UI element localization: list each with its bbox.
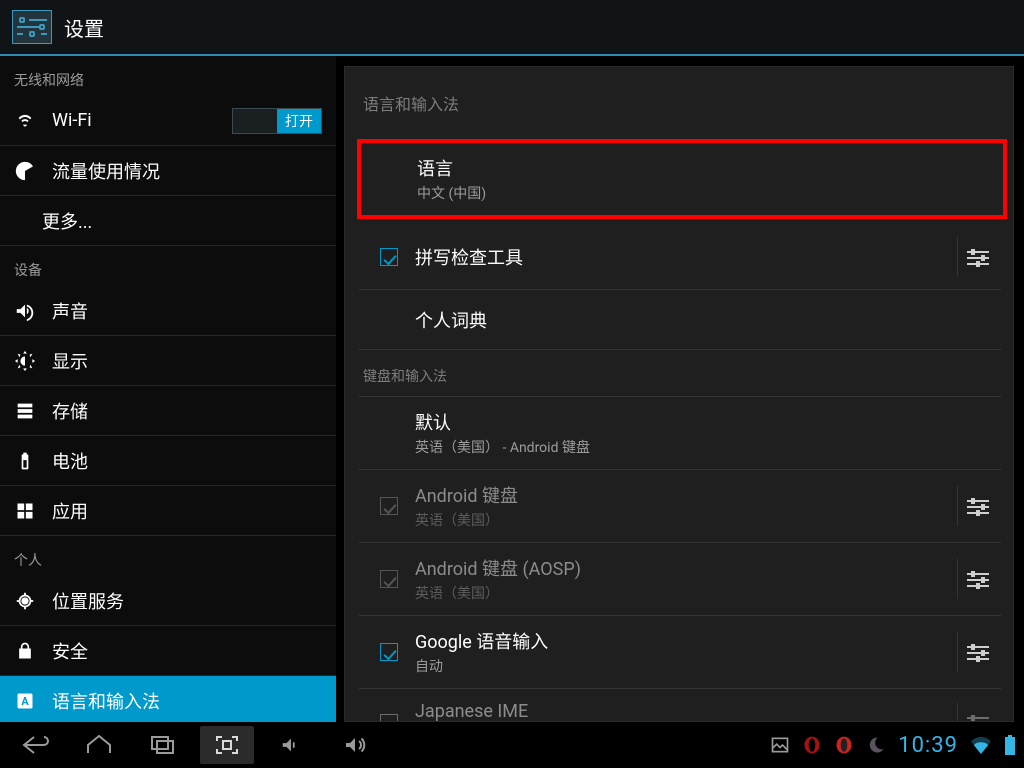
settings-button[interactable] [957, 559, 997, 599]
row-title: Japanese IME [415, 701, 528, 722]
settings-button[interactable] [957, 237, 997, 277]
sidebar-item-storage[interactable]: 存储 [0, 386, 336, 436]
row-personal-dictionary[interactable]: 个人词典 [359, 290, 1001, 350]
sound-icon [14, 300, 36, 322]
checkbox-icon[interactable] [380, 643, 398, 661]
nav-recent-button[interactable] [136, 726, 190, 764]
row-language[interactable]: 语言 中文 (中国) [361, 143, 1003, 215]
sidebar-item-label: 安全 [52, 638, 88, 664]
svg-text:A: A [21, 695, 29, 708]
checkbox-icon[interactable] [380, 714, 398, 723]
lock-icon [14, 640, 36, 662]
row-subtitle: 英语（美国） [415, 583, 581, 603]
sidebar-item-display[interactable]: 显示 [0, 336, 336, 386]
section-keyboards: 键盘和输入法 [359, 350, 1001, 397]
apps-icon [14, 500, 36, 522]
settings-sidebar[interactable]: 无线和网络 Wi-Fi 打开 流量使用情况 更多... 设备 声音 [0, 56, 340, 722]
sidebar-item-more[interactable]: 更多... [0, 196, 336, 246]
checkbox-icon[interactable] [380, 248, 398, 266]
row-subtitle: 中文 (中国) [417, 183, 486, 203]
sidebar-item-label: Wi-Fi [52, 110, 92, 131]
settings-button[interactable] [957, 703, 997, 723]
nav-volume-down-button[interactable] [264, 726, 318, 764]
location-icon [14, 590, 36, 612]
row-title: Google 语音输入 [415, 628, 548, 654]
row-subtitle: 自动 [415, 656, 548, 676]
sidebar-item-location[interactable]: 位置服务 [0, 576, 336, 626]
wifi-icon [14, 110, 36, 132]
row-aosp-keyboard[interactable]: Android 键盘 (AOSP) 英语（美国） [359, 543, 1001, 616]
sidebar-item-language-input[interactable]: A 语言和输入法 [0, 676, 336, 722]
status-clock: 10:39 [898, 733, 958, 758]
sidebar-item-label: 存储 [52, 398, 88, 424]
sliders-icon [967, 715, 989, 723]
data-usage-icon [14, 160, 36, 182]
battery-icon [14, 450, 36, 472]
row-title: 默认 [415, 409, 590, 435]
checkbox-icon [380, 497, 398, 515]
sidebar-item-label: 流量使用情况 [52, 158, 160, 184]
status-tray[interactable]: 10:39 [770, 733, 1016, 758]
sliders-icon [967, 644, 989, 660]
row-default-keyboard[interactable]: 默认 英语（美国） - Android 键盘 [359, 397, 1001, 470]
sidebar-item-label: 声音 [52, 298, 88, 324]
row-android-keyboard[interactable]: Android 键盘 英语（美国） [359, 470, 1001, 543]
settings-icon [12, 10, 52, 44]
app-title: 设置 [64, 13, 104, 42]
sidebar-item-label: 应用 [52, 498, 88, 524]
sidebar-item-label: 位置服务 [52, 588, 124, 614]
row-title: Android 键盘 [415, 482, 518, 508]
row-title: Android 键盘 (AOSP) [415, 555, 581, 581]
app-bar: 设置 [0, 0, 1024, 56]
language-a-icon: A [14, 690, 36, 712]
sliders-icon [967, 498, 989, 514]
battery-status-icon [1004, 735, 1016, 755]
wifi-signal-icon [970, 736, 992, 754]
sliders-icon [967, 571, 989, 587]
annotation-highlight: 语言 中文 (中国) [357, 139, 1007, 219]
main-panel[interactable]: 语言和输入法 语言 中文 (中国) 拼写检查工具 [344, 66, 1014, 722]
sidebar-item-label: 电池 [52, 448, 88, 474]
nav-back-button[interactable] [8, 726, 62, 764]
sidebar-item-label: 更多... [42, 208, 92, 234]
row-japanese-ime[interactable]: Japanese IME 日文 [359, 689, 1001, 722]
panel-header: 语言和输入法 [359, 83, 1001, 141]
row-spellcheck[interactable]: 拼写检查工具 [359, 225, 1001, 290]
row-subtitle: 英语（美国） [415, 510, 518, 530]
moon-icon [866, 735, 886, 755]
sidebar-item-battery[interactable]: 电池 [0, 436, 336, 486]
sidebar-item-sound[interactable]: 声音 [0, 286, 336, 336]
settings-button[interactable] [957, 486, 997, 526]
row-title: 个人词典 [415, 307, 487, 333]
picture-icon [770, 735, 790, 755]
nav-home-button[interactable] [72, 726, 126, 764]
opera-icon [802, 735, 822, 755]
sidebar-category-wireless: 无线和网络 [0, 56, 336, 96]
sidebar-item-wifi[interactable]: Wi-Fi 打开 [0, 96, 336, 146]
sidebar-category-personal: 个人 [0, 536, 336, 576]
storage-icon [14, 400, 36, 422]
wifi-toggle-label: 打开 [277, 109, 321, 133]
sidebar-category-device: 设备 [0, 246, 336, 286]
wifi-toggle[interactable]: 打开 [232, 108, 322, 134]
opera-icon [834, 735, 854, 755]
nav-volume-up-button[interactable] [328, 726, 382, 764]
sidebar-item-data-usage[interactable]: 流量使用情况 [0, 146, 336, 196]
row-title: 拼写检查工具 [415, 244, 523, 270]
sidebar-item-label: 语言和输入法 [52, 688, 160, 714]
row-google-voice[interactable]: Google 语音输入 自动 [359, 616, 1001, 689]
settings-button[interactable] [957, 632, 997, 672]
sidebar-item-apps[interactable]: 应用 [0, 486, 336, 536]
sidebar-item-security[interactable]: 安全 [0, 626, 336, 676]
checkbox-icon [380, 570, 398, 588]
system-navbar: 10:39 [0, 722, 1024, 768]
sidebar-item-label: 显示 [52, 348, 88, 374]
sliders-icon [967, 249, 989, 265]
row-subtitle: 英语（美国） - Android 键盘 [415, 437, 590, 457]
nav-screenshot-button[interactable] [200, 726, 254, 764]
brightness-icon [14, 350, 36, 372]
row-title: 语言 [417, 155, 486, 181]
